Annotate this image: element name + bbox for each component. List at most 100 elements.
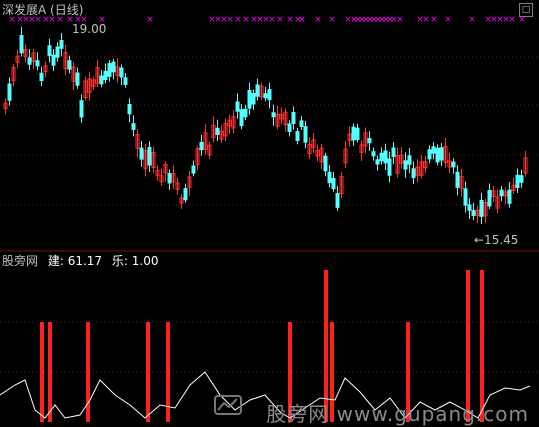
signal-marker-icon: × [508, 15, 516, 25]
maximize-icon[interactable]: □ [519, 3, 533, 17]
indicator-bar [40, 322, 44, 422]
candle-body [351, 126, 356, 141]
candle-body [123, 77, 128, 85]
candle-body [287, 123, 292, 132]
candle-body [167, 173, 172, 184]
candle-body [139, 147, 144, 160]
candle-body [411, 168, 416, 179]
candle-body [75, 72, 80, 86]
signal-marker-icon: × [146, 15, 154, 25]
indicator-bar [466, 270, 470, 422]
candle-body [7, 83, 12, 101]
candle-body [183, 188, 188, 201]
candle-body [507, 189, 512, 204]
candle-body [367, 138, 372, 144]
high-price-label: 19.00 [72, 22, 107, 36]
indicator-bar [48, 322, 52, 422]
candle-body [67, 60, 72, 70]
candle-body [303, 126, 308, 143]
low-price-label: ←15.45 [474, 233, 519, 247]
candle-body [487, 190, 492, 207]
indicator-bar [480, 270, 484, 422]
candle-body [243, 108, 248, 118]
chart-canvas[interactable]: × ×××× ×× × × ×× × × ×××× × × ×××× × × ×× × × ×××××××××××… [0, 0, 539, 427]
candle-body [111, 61, 116, 73]
candle-body [27, 57, 32, 65]
candle-body [427, 149, 432, 160]
candle-body [235, 101, 240, 112]
signal-marker-icon: × [276, 15, 284, 25]
candle-body [371, 151, 376, 157]
candle-body [267, 89, 272, 101]
candle-body [295, 131, 300, 141]
signal-marker-icon: × [226, 15, 234, 25]
signal-marker-icon: × [444, 15, 452, 25]
candle-body [119, 67, 124, 78]
candle-body [355, 127, 360, 140]
indicator-bar [86, 322, 90, 422]
indicator-jian-value: 建: 61.17 [47, 254, 103, 268]
candle-body [323, 155, 328, 172]
candle-body [327, 171, 332, 184]
candle-body [291, 112, 296, 124]
watermark-logo-icon [214, 395, 242, 415]
candle-body [439, 147, 444, 161]
candle-body [431, 146, 436, 154]
candle-body [99, 75, 104, 85]
candle-body [59, 39, 64, 49]
signal-marker-icon: × [328, 15, 336, 25]
candle-body [451, 161, 456, 168]
candle-body [191, 165, 196, 174]
candle-body [383, 150, 388, 164]
candle-body [35, 60, 40, 67]
candle-body [467, 204, 472, 211]
candle-body [251, 92, 256, 105]
candle-body [19, 35, 24, 54]
candle-body [375, 159, 380, 165]
signal-marker-icon: × [234, 15, 242, 25]
signal-marker-icon: × [298, 15, 306, 25]
candle-body [335, 193, 340, 208]
candle-body [215, 127, 220, 135]
indicator-bars [40, 270, 484, 422]
candle-body [387, 158, 392, 176]
signal-marker-icon: × [268, 15, 276, 25]
candle-body [263, 93, 268, 99]
candle-body [103, 70, 108, 80]
indicator-le-value: 乐: 1.00 [111, 254, 159, 268]
indicator-bar [146, 322, 150, 422]
candle-body [403, 160, 408, 170]
candle-body [379, 152, 384, 162]
chart-title: 深发展A (日线) [2, 3, 84, 17]
indicator-legend: 股旁网 建: 61.17 乐: 1.00 [2, 254, 164, 268]
signal-marker-icon: × [314, 15, 322, 25]
candle-body [239, 109, 244, 127]
signal-marker-icon: × [430, 15, 438, 25]
candle-body [471, 210, 476, 216]
signal-marker-icon: × [422, 15, 430, 25]
candle-body [79, 100, 84, 118]
watermark-text: 股旁网 www.gupang.com [266, 402, 529, 426]
candle-body [391, 147, 396, 158]
candle-body [47, 45, 52, 57]
candle-body [51, 54, 56, 66]
candlestick-series [3, 26, 528, 225]
candle-body [455, 171, 460, 188]
signal-marker-icon: × [396, 15, 404, 25]
candle-body [247, 89, 252, 109]
candle-body [131, 123, 136, 130]
signal-marker-icon: × [242, 15, 250, 25]
signal-marker-icon: × [468, 15, 476, 25]
candle-body [519, 175, 524, 183]
candle-body [407, 155, 412, 165]
candle-body [463, 188, 468, 206]
candle-body [147, 146, 152, 166]
candle-body [255, 84, 260, 97]
candle-body [55, 46, 60, 58]
candle-body [107, 63, 112, 77]
signal-marker-icon: × [286, 15, 294, 25]
candle-body [479, 199, 484, 217]
candle-body [39, 72, 44, 82]
candle-body [127, 103, 132, 115]
candle-body [199, 141, 204, 151]
